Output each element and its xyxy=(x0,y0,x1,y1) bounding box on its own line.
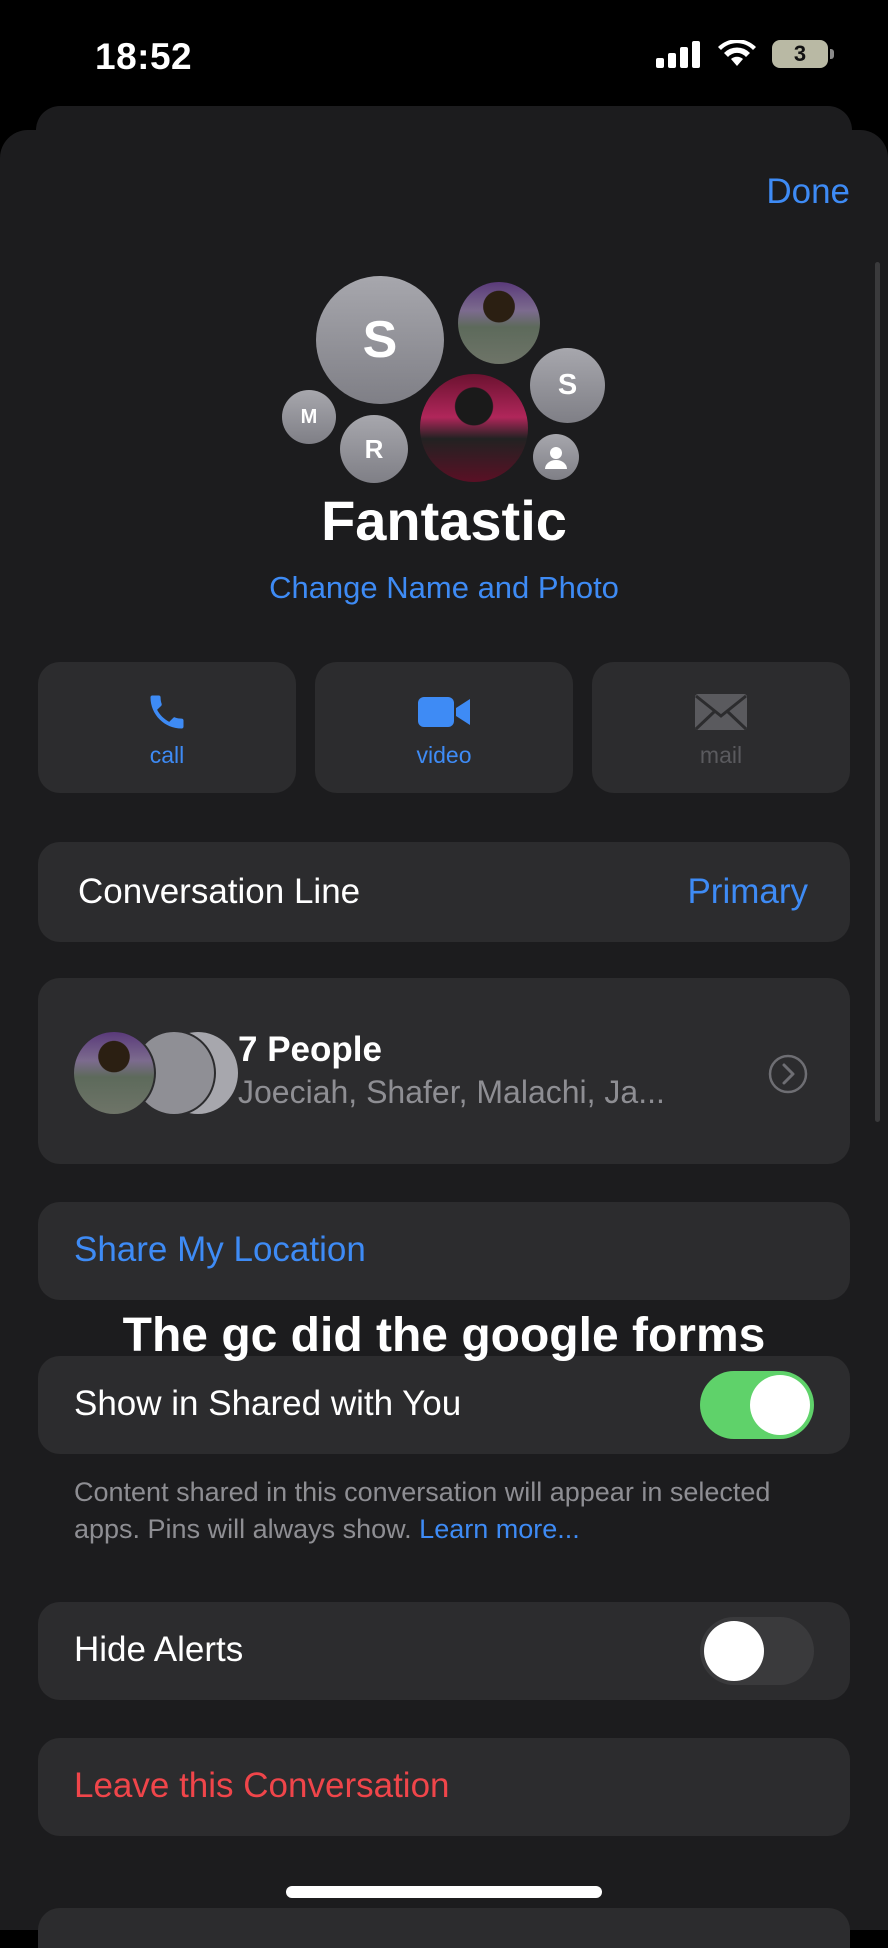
share-location-label: Share My Location xyxy=(74,1230,366,1269)
scrollbar[interactable] xyxy=(875,262,880,1122)
people-names: Joeciah, Shafer, Malachi, Ja... xyxy=(238,1074,665,1110)
next-section-card xyxy=(38,1908,850,1948)
avatar: M xyxy=(282,390,336,444)
phone-icon xyxy=(150,695,184,729)
share-location-row[interactable]: Share My Location xyxy=(38,1202,850,1300)
call-button[interactable]: call xyxy=(38,662,296,793)
shared-with-you-footnote: Content shared in this conversation will… xyxy=(74,1477,771,1544)
call-label: call xyxy=(149,742,185,768)
overlay-caption: The gc did the google forms xyxy=(122,1309,766,1362)
conversation-line-row[interactable]: Conversation Line Primary xyxy=(38,842,850,942)
avatar-photo xyxy=(420,374,528,482)
cellular-signal-icon xyxy=(656,41,700,68)
change-name-photo-link[interactable]: Change Name and Photo xyxy=(0,570,888,606)
mail-button: mail xyxy=(592,662,850,793)
leave-conversation-row[interactable]: Leave this Conversation xyxy=(38,1738,850,1836)
avatar-photo xyxy=(458,282,540,364)
shared-with-you-label: Show in Shared with You xyxy=(74,1384,462,1423)
envelope-icon xyxy=(694,694,748,731)
shared-with-you-row: Show in Shared with You xyxy=(38,1356,850,1454)
mail-label: mail xyxy=(699,742,743,768)
video-camera-icon xyxy=(418,697,470,727)
battery-icon: 3 xyxy=(772,40,834,68)
home-indicator[interactable] xyxy=(286,1886,602,1898)
done-button[interactable]: Done xyxy=(766,172,850,212)
conversation-line-label: Conversation Line xyxy=(78,872,361,911)
chevron-right-circle-icon[interactable] xyxy=(768,1054,808,1094)
wifi-icon xyxy=(718,40,756,66)
shared-with-you-toggle[interactable] xyxy=(700,1371,814,1439)
status-bar: 18:52 3 xyxy=(0,0,888,120)
conversation-line-value: Primary xyxy=(687,872,808,911)
avatar: S xyxy=(316,276,444,404)
leave-conversation-label: Leave this Conversation xyxy=(74,1766,450,1805)
people-row[interactable]: 7 People Joeciah, Shafer, Malachi, Ja... xyxy=(38,978,850,1164)
avatar: R xyxy=(340,415,408,483)
person-icon xyxy=(533,434,579,480)
learn-more-link[interactable]: Learn more... xyxy=(419,1514,580,1544)
battery-level: 3 xyxy=(793,41,807,66)
hide-alerts-row: Hide Alerts xyxy=(38,1602,850,1700)
hide-alerts-toggle[interactable] xyxy=(700,1617,814,1685)
avatar-photo xyxy=(72,1030,156,1116)
video-button[interactable]: video xyxy=(315,662,573,793)
hide-alerts-label: Hide Alerts xyxy=(74,1630,244,1669)
status-time: 18:52 xyxy=(95,36,193,77)
avatar: S xyxy=(530,348,605,423)
group-name: Fantastic xyxy=(321,489,567,552)
video-label: video xyxy=(416,742,472,768)
status-icons: 3 xyxy=(656,40,834,68)
people-count: 7 People xyxy=(238,1030,382,1069)
